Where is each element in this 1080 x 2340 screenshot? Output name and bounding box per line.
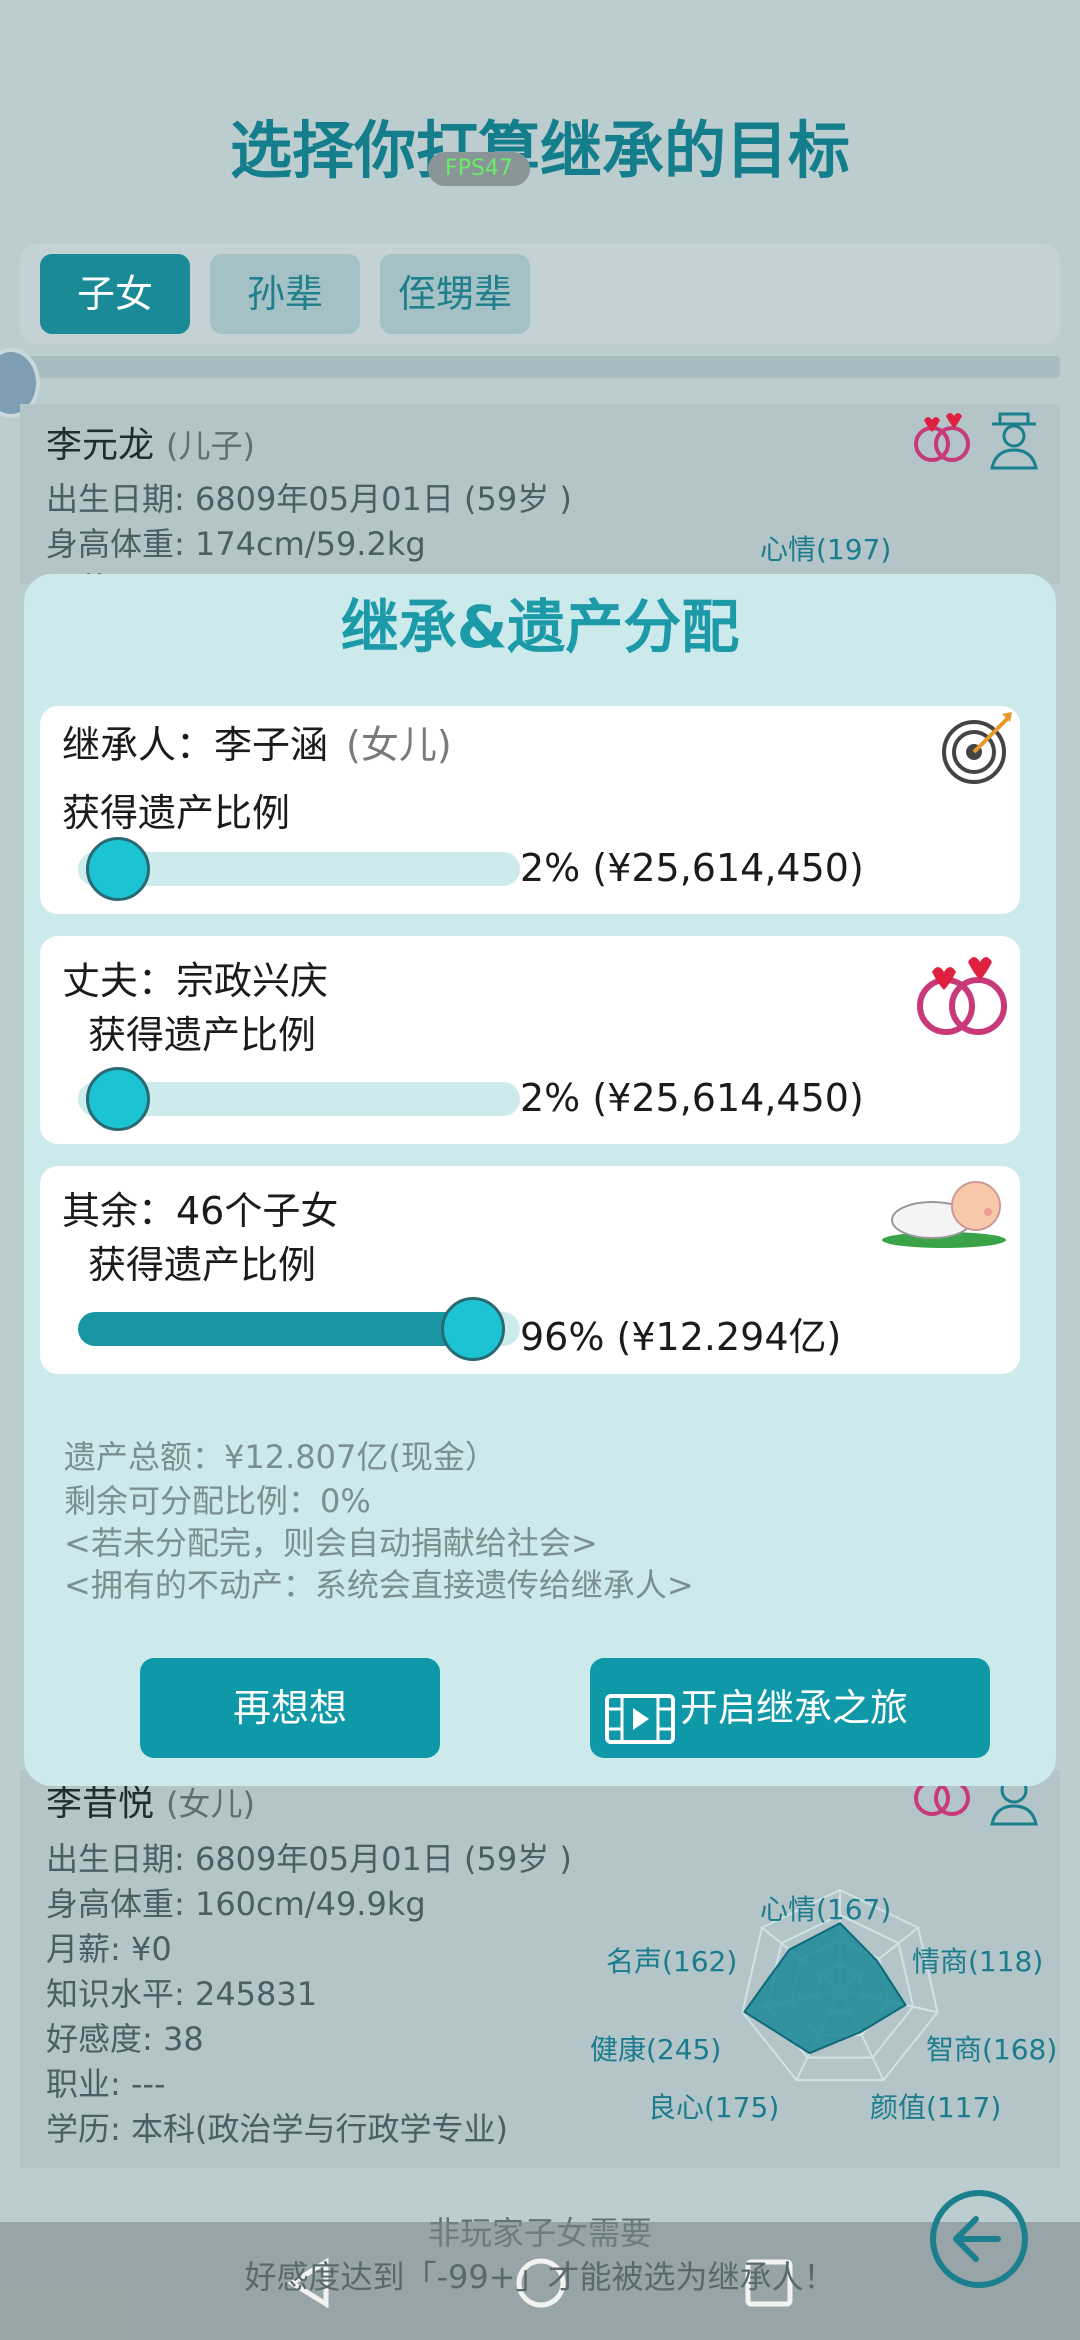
child-info-line: 出生日期: 6809年05月01日 (59岁 ) <box>46 480 572 518</box>
child-card[interactable]: 李元龙 (儿子) 出生日期: 6809年05月01日 (59岁 ) 身高体重: 1… <box>20 404 1060 608</box>
heir-slider-thumb[interactable] <box>85 837 150 901</box>
other-children-panel: 其余：46个子女 获得遗产比例 96% (¥12.294亿) <box>40 1166 1020 1374</box>
other-children-share-value: 96% (¥12.294亿) <box>520 1315 842 1359</box>
child-info-line: 职业: --- <box>46 2065 166 2103</box>
child-info-line: 出生日期: 6809年05月01日 (59岁 ) <box>46 1840 572 1878</box>
child-info-line: 好感度: 38 <box>46 2020 204 2058</box>
heir-name: 继承人：李子涵 <box>62 723 329 767</box>
heir-relation: (女儿) <box>346 723 452 767</box>
tab-bar: 子女 孙辈 侄甥辈 <box>20 244 1060 344</box>
radar-label-mood: 心情(167) <box>760 1893 892 1926</box>
remaining-share: 剩余可分配比例：0% <box>64 1482 371 1520</box>
spouse-label: 丈夫：宗政兴庆 <box>62 959 329 1003</box>
radar-label-fame: 名声(162) <box>606 1945 738 1978</box>
sleeping-baby-icon <box>880 1174 1010 1254</box>
radar-label-mood: 心情(197) <box>760 533 892 566</box>
spouse-panel: 丈夫：宗政兴庆 获得遗产比例 2% (¥25,614,450) <box>40 936 1020 1144</box>
spouse-share-slider[interactable] <box>78 1067 520 1131</box>
child-info-line: 月薪: ¥0 <box>46 1930 172 1968</box>
child-info-line: 身高体重: 160cm/49.9kg <box>46 1885 426 1923</box>
dialog-title: 继承&遗产分配 <box>340 593 740 661</box>
spouse-share-label: 获得遗产比例 <box>88 1013 317 1057</box>
radar-label-health: 健康(245) <box>590 2033 722 2066</box>
estate-total: 遗产总额：¥12.807亿(现金） <box>64 1438 497 1476</box>
child-name-text: 李元龙 <box>46 425 155 466</box>
spouse-share-value: 2% (¥25,614,450) <box>520 1076 864 1120</box>
child-relation: (儿子) <box>166 427 255 465</box>
child-name-text: 李昔悦 <box>46 1783 155 1824</box>
other-children-slider-fill <box>78 1312 473 1346</box>
other-children-share-slider[interactable] <box>78 1297 520 1361</box>
person-avatar-icon <box>986 410 1042 481</box>
other-children-share-label: 获得遗产比例 <box>88 1243 317 1287</box>
radar-label-looks: 颜值(117) <box>870 2091 1002 2124</box>
heir-panel: 继承人：李子涵 (女儿) 获得遗产比例 2% (¥25,614,450) <box>40 706 1020 914</box>
child-name: 李元龙 (儿子) <box>46 416 255 468</box>
start-inheritance-label: 开启继承之旅 <box>680 1686 909 1730</box>
back-arrow-icon <box>953 2216 1001 2262</box>
child-info-line: 学历: 本科(政治学与行政学专业) <box>46 2110 508 2148</box>
heir-label: 继承人：李子涵 (女儿) <box>62 714 452 769</box>
other-children-label: 其余：46个子女 <box>62 1189 339 1233</box>
radar-value-area <box>743 1921 907 2055</box>
radar-label-conscience: 良心(175) <box>648 2091 780 2124</box>
child-card[interactable]: 李昔悦 (女儿) 出生日期: 6809年05月01日 (59岁 ) 身高体重: 1… <box>20 1770 1060 2168</box>
back-button[interactable] <box>930 2190 1028 2288</box>
child-info-line: 知识水平: 245831 <box>46 1975 318 2013</box>
target-icon <box>940 710 1016 790</box>
start-inheritance-button[interactable]: 开启继承之旅 <box>590 1658 990 1758</box>
married-rings-icon <box>910 408 976 479</box>
heir-share-label: 获得遗产比例 <box>62 791 291 835</box>
bottom-notice-line2: 好感度达到「-99+」才能被选为继承人！ <box>244 2258 836 2296</box>
married-rings-icon <box>912 946 1012 1046</box>
page-title: 选择你打算继承的目标 <box>229 114 850 187</box>
list-top-divider <box>20 356 1060 378</box>
tab-grandchildren[interactable]: 孙辈 <box>210 254 360 334</box>
tab-children[interactable]: 子女 <box>40 254 190 334</box>
fps-counter: FPS47 <box>428 152 530 186</box>
radar-label-eq: 情商(118) <box>912 1945 1044 1978</box>
tab-nieces-nephews[interactable]: 侄甥辈 <box>380 254 530 334</box>
video-icon <box>604 1682 676 1782</box>
spouse-slider-thumb[interactable] <box>85 1067 150 1131</box>
radar-label-iq: 智商(168) <box>926 2033 1058 2066</box>
heir-share-slider[interactable] <box>78 837 520 901</box>
real-estate-note: <拥有的不动产：系统会直接遗传给继承人> <box>64 1566 694 1604</box>
other-children-slider-thumb[interactable] <box>440 1297 505 1361</box>
child-info-line: 身高体重: 174cm/59.2kg <box>46 525 426 563</box>
heir-share-value: 2% (¥25,614,450) <box>520 846 864 890</box>
child-relation: (女儿) <box>166 1785 255 1823</box>
reconsider-button[interactable]: 再想想 <box>140 1658 440 1758</box>
unallocated-note: <若未分配完，则会自动捐献给社会> <box>64 1524 598 1562</box>
